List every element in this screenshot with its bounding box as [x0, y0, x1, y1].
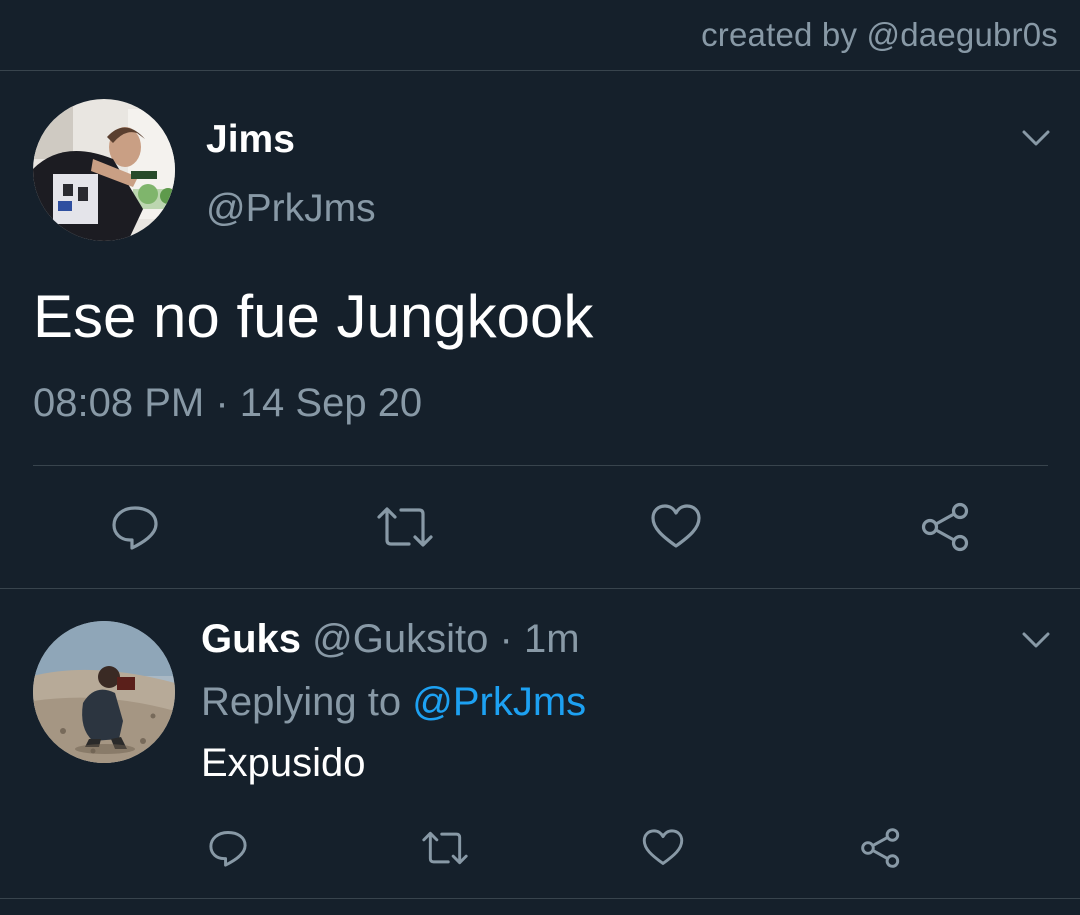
share-icon [861, 828, 900, 868]
heart-icon [651, 504, 701, 548]
share-icon [921, 502, 969, 552]
avatar[interactable] [33, 99, 175, 241]
tweet-timestamp: 08:08 PM · 14 Sep 20 [33, 381, 422, 426]
reply-header: Guks @Guksito · 1m [201, 617, 580, 662]
divider [33, 465, 1048, 466]
reply-age: 1m [523, 617, 580, 661]
tweet-time: 08:08 PM [33, 381, 205, 425]
speech-bubble-icon [112, 506, 158, 550]
replying-prefix: Replying to [201, 680, 402, 724]
divider [0, 898, 1080, 899]
divider [0, 588, 1080, 589]
tweet-text: Ese no fue Jungkook [33, 283, 594, 350]
share-button[interactable] [918, 500, 974, 554]
credit-bar: created by @daegubr0s [0, 0, 1080, 71]
reply-button[interactable] [108, 500, 162, 554]
reply-text: Expusido [201, 741, 366, 785]
reply-author-name[interactable]: Guks [201, 617, 301, 661]
like-button[interactable] [648, 500, 704, 554]
share-button[interactable] [858, 826, 904, 870]
tweet-screen: created by @daegubr0s Jims @PrkJms Ese n [0, 0, 1080, 915]
chevron-down-icon[interactable] [1016, 620, 1056, 660]
retweet-icon [422, 831, 468, 865]
author-name[interactable]: Jims [206, 118, 295, 162]
retweet-button[interactable] [420, 826, 470, 870]
speech-bubble-icon [209, 831, 247, 867]
tweet-date: 14 Sep 20 [239, 381, 423, 425]
reply-avatar[interactable] [33, 621, 175, 763]
timestamp-separator: · [215, 381, 229, 425]
replying-mention-link[interactable]: @PrkJms [412, 680, 586, 724]
credit-text: created by @daegubr0s [701, 16, 1058, 53]
heart-icon [642, 829, 684, 865]
retweet-button[interactable] [375, 500, 435, 554]
chevron-down-icon[interactable] [1016, 118, 1056, 158]
author-handle[interactable]: @PrkJms [206, 187, 376, 231]
retweet-icon [377, 507, 433, 547]
reply-button[interactable] [206, 826, 250, 870]
like-button[interactable] [640, 826, 686, 870]
reply-author-handle[interactable]: @Guksito [312, 617, 488, 661]
reply-separator: · [499, 617, 513, 661]
replying-to: Replying to @PrkJms [201, 680, 586, 725]
